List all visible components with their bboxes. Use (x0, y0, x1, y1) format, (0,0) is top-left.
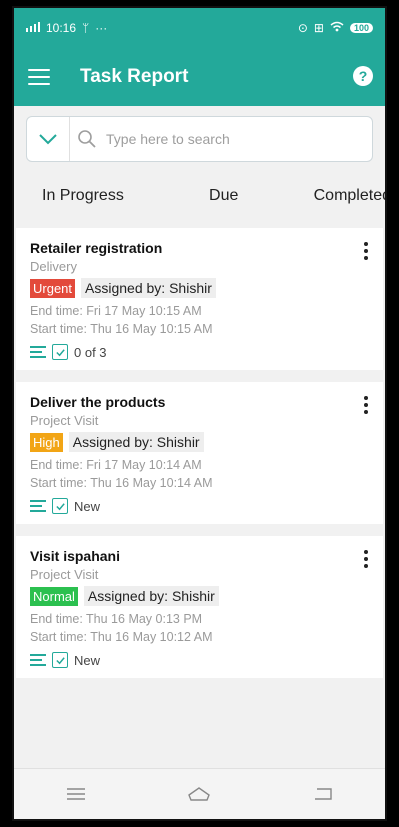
tab-bar: In Progress Due Completed (14, 176, 385, 216)
task-title: Retailer registration (30, 240, 163, 256)
location-icon: ⊙ (297, 21, 308, 35)
tab-in-progress[interactable]: In Progress (42, 187, 124, 205)
priority-badge: Normal (30, 586, 78, 606)
status-left: 10:16 ᛘ ··· (26, 21, 107, 35)
signal-icon (26, 21, 40, 35)
task-title: Deliver the products (30, 394, 166, 410)
page-title: Task Report (80, 66, 189, 87)
battery-icon: 100 (349, 23, 373, 33)
phone-screen: 10:16 ᛘ ··· ⊙ ⊞ 100 Task Report ? In Pro… (12, 6, 387, 821)
lines-icon (30, 654, 46, 666)
task-footer: New (30, 652, 369, 668)
status-right: ⊙ ⊞ 100 (298, 21, 373, 35)
more-vertical-icon[interactable] (363, 396, 369, 414)
priority-badge: Urgent (30, 278, 76, 298)
task-list: Retailer registration Delivery Urgent As… (14, 228, 385, 678)
system-nav-bar (14, 768, 385, 819)
lines-icon (30, 500, 46, 512)
task-meta: High Assigned by: Shishir (30, 432, 369, 452)
help-icon[interactable]: ? (353, 66, 373, 86)
status-bar: 10:16 ᛘ ··· ⊙ ⊞ 100 (14, 8, 385, 48)
app-bar: Task Report ? (14, 48, 385, 106)
nav-menu-icon[interactable] (61, 784, 91, 804)
task-title: Visit ispahani (30, 548, 120, 564)
task-card[interactable]: Retailer registration Delivery Urgent As… (16, 228, 383, 370)
checklist-progress: 0 of 3 (74, 344, 107, 360)
search-icon (70, 129, 104, 149)
checklist-progress: New (74, 652, 101, 668)
tab-completed[interactable]: Completed (314, 187, 385, 205)
lines-icon (30, 346, 46, 358)
status-time: 10:16 (46, 21, 77, 35)
wifi-icon (330, 21, 344, 35)
tab-due[interactable]: Due (209, 187, 238, 205)
start-time: Start time: Thu 16 May 10:12 AM (30, 630, 213, 644)
checklist-progress: New (74, 498, 101, 514)
task-card[interactable]: Deliver the products Project Visit High … (16, 382, 383, 524)
task-footer: 0 of 3 (30, 344, 369, 360)
usb-icon: ᛘ (82, 21, 90, 35)
more-vertical-icon[interactable] (363, 242, 369, 260)
end-time: End time: Fri 17 May 10:14 AM (30, 458, 202, 472)
more-vertical-icon[interactable] (363, 550, 369, 568)
chevron-down-icon[interactable] (27, 117, 70, 161)
checkbox-icon (52, 498, 68, 514)
checkbox-icon (52, 652, 68, 668)
task-category: Project Visit (30, 567, 99, 582)
search-input[interactable] (104, 130, 372, 148)
more-notifications-icon: ··· (95, 21, 108, 35)
sim-icon: ⊞ (313, 21, 324, 35)
task-category: Project Visit (30, 413, 99, 428)
assigned-by: Assigned by: Shishir (83, 586, 219, 606)
task-footer: New (30, 498, 369, 514)
task-card[interactable]: Visit ispahani Project Visit Normal Assi… (16, 536, 383, 678)
task-meta: Normal Assigned by: Shishir (30, 586, 369, 606)
task-category: Delivery (30, 259, 77, 274)
priority-badge: High (30, 432, 63, 452)
assigned-by: Assigned by: Shishir (68, 432, 204, 452)
start-time: Start time: Thu 16 May 10:14 AM (30, 476, 213, 490)
assigned-by: Assigned by: Shishir (81, 278, 216, 298)
search-bar (26, 116, 373, 162)
hamburger-icon[interactable] (28, 69, 50, 85)
end-time: End time: Thu 16 May 0:13 PM (30, 612, 203, 626)
home-icon[interactable] (184, 784, 214, 804)
end-time: End time: Fri 17 May 10:15 AM (30, 304, 202, 318)
start-time: Start time: Thu 16 May 10:15 AM (30, 322, 213, 336)
back-icon[interactable] (308, 784, 338, 804)
checkbox-icon (52, 344, 68, 360)
task-meta: Urgent Assigned by: Shishir (30, 278, 369, 298)
